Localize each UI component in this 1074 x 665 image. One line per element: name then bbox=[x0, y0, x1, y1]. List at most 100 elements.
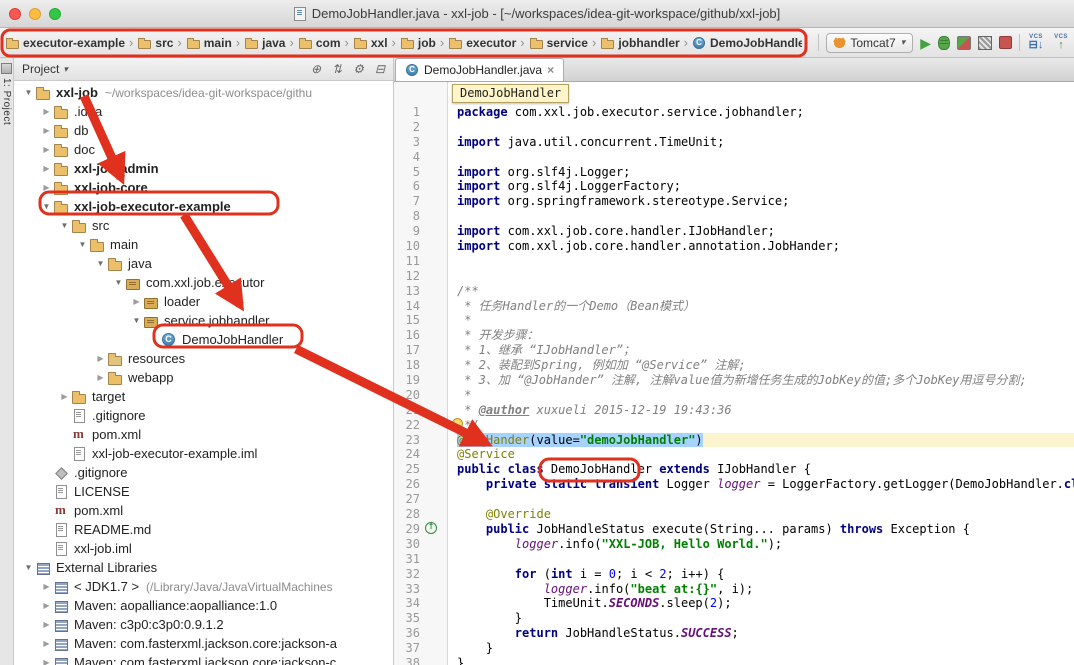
code-line-32[interactable]: for (int i = 0; i < 2; i++) { bbox=[457, 567, 1074, 582]
collapse-all-icon[interactable] bbox=[332, 62, 342, 76]
gutter-line-23[interactable]: 23 bbox=[394, 433, 447, 448]
collapsed-toggle-icon[interactable]: ▶ bbox=[40, 658, 53, 665]
tree-item-xxl-job-admin[interactable]: ▶xxl-job-admin bbox=[14, 159, 393, 178]
gutter-line-8[interactable]: 8 bbox=[394, 209, 447, 224]
gutter-line-28[interactable]: 28 bbox=[394, 507, 447, 522]
gutter-line-38[interactable]: 38 bbox=[394, 656, 447, 665]
lightbulb-icon[interactable] bbox=[452, 418, 463, 429]
tree-item-src[interactable]: ▼src bbox=[14, 216, 393, 235]
breadcrumb-com[interactable]: com bbox=[295, 34, 344, 52]
run-button[interactable] bbox=[920, 36, 931, 50]
tree-item-maven-com.fasterxml.jackson.core-jackson-c[interactable]: ▶Maven: com.fasterxml.jackson.core:jacks… bbox=[14, 653, 393, 665]
tree-item-maven-aopalliance-aopalliance-1.0[interactable]: ▶Maven: aopalliance:aopalliance:1.0 bbox=[14, 596, 393, 615]
code-line-2[interactable] bbox=[457, 120, 1074, 135]
collapsed-toggle-icon[interactable]: ▶ bbox=[94, 354, 107, 363]
code-editor[interactable]: DemoJobHandler 1234567891011121314151617… bbox=[394, 82, 1074, 665]
override-marker-icon[interactable] bbox=[425, 522, 437, 534]
close-tab-icon[interactable] bbox=[547, 63, 554, 77]
tree-item-xxl-job[interactable]: ▼xxl-job~/workspaces/idea-git-workspace/… bbox=[14, 83, 393, 102]
gutter-line-16[interactable]: 16 bbox=[394, 328, 447, 343]
tree-item-external-libraries[interactable]: ▼External Libraries bbox=[14, 558, 393, 577]
gutter-line-12[interactable]: 12 bbox=[394, 269, 447, 284]
tree-item-java[interactable]: ▼java bbox=[14, 254, 393, 273]
project-toolwindow-button[interactable]: 1: Project bbox=[1, 78, 12, 125]
code-line-20[interactable]: * bbox=[457, 388, 1074, 403]
gutter-line-5[interactable]: 5 bbox=[394, 165, 447, 180]
collapsed-toggle-icon[interactable]: ▶ bbox=[130, 297, 143, 306]
tree-item-maven-com.fasterxml.jackson.core-jackson-a[interactable]: ▶Maven: com.fasterxml.jackson.core:jacks… bbox=[14, 634, 393, 653]
tree-item-target[interactable]: ▶target bbox=[14, 387, 393, 406]
collapsed-toggle-icon[interactable]: ▶ bbox=[40, 639, 53, 648]
gutter-line-19[interactable]: 19 bbox=[394, 373, 447, 388]
editor-tab-demojobhandler[interactable]: DemoJobHandler.java bbox=[395, 58, 564, 81]
tree-item-webapp[interactable]: ▶webapp bbox=[14, 368, 393, 387]
gutter-line-6[interactable]: 6 bbox=[394, 179, 447, 194]
code-line-19[interactable]: * 3、加 “@JobHander” 注解, 注解value值为新增任务生成的J… bbox=[457, 373, 1074, 388]
coverage-button[interactable] bbox=[957, 36, 971, 50]
collapsed-toggle-icon[interactable]: ▶ bbox=[40, 164, 53, 173]
breadcrumb-executor-example[interactable]: executor-example bbox=[2, 34, 128, 52]
tree-item-readme.md[interactable]: README.md bbox=[14, 520, 393, 539]
tree-item-license[interactable]: LICENSE bbox=[14, 482, 393, 501]
tree-item-.gitignore[interactable]: .gitignore bbox=[14, 463, 393, 482]
tree-item-pom.xml[interactable]: pom.xml bbox=[14, 425, 393, 444]
code-line-16[interactable]: * 开发步骤： bbox=[457, 328, 1074, 343]
expanded-toggle-icon[interactable]: ▼ bbox=[40, 202, 53, 211]
vcs-commit-button[interactable]: VCS ↑ bbox=[1052, 34, 1070, 51]
vcs-update-button[interactable]: VCS ↓ bbox=[1027, 34, 1045, 51]
code-line-24[interactable]: @Service bbox=[457, 447, 1074, 462]
tree-item-db[interactable]: ▶db bbox=[14, 121, 393, 140]
gutter-line-17[interactable]: 17 bbox=[394, 343, 447, 358]
breadcrumb-main[interactable]: main bbox=[183, 34, 235, 52]
code-line-14[interactable]: * 任务Handler的一个Demo（Bean模式） bbox=[457, 299, 1074, 314]
gutter-line-3[interactable]: 3 bbox=[394, 135, 447, 150]
tree-item-maven-c3p0-c3p0-0.9.1.2[interactable]: ▶Maven: c3p0:c3p0:0.9.1.2 bbox=[14, 615, 393, 634]
collapsed-toggle-icon[interactable]: ▶ bbox=[40, 601, 53, 610]
collapsed-toggle-icon[interactable]: ▶ bbox=[94, 373, 107, 382]
code-line-17[interactable]: * 1、继承 “IJobHandler”； bbox=[457, 343, 1074, 358]
code-line-30[interactable]: logger.info("XXL-JOB, Hello World."); bbox=[457, 537, 1074, 552]
tree-item-.gitignore[interactable]: .gitignore bbox=[14, 406, 393, 425]
tree-item-.idea[interactable]: ▶.idea bbox=[14, 102, 393, 121]
gutter-line-20[interactable]: 20 bbox=[394, 388, 447, 403]
expanded-toggle-icon[interactable]: ▼ bbox=[58, 221, 71, 230]
collapsed-toggle-icon[interactable]: ▶ bbox=[40, 107, 53, 116]
gutter-line-1[interactable]: 1 bbox=[394, 105, 447, 120]
expanded-toggle-icon[interactable]: ▼ bbox=[130, 316, 143, 325]
project-panel-title[interactable]: Project bbox=[22, 62, 68, 76]
gutter-line-25[interactable]: 25 bbox=[394, 462, 447, 477]
gutter-line-15[interactable]: 15 bbox=[394, 313, 447, 328]
expanded-toggle-icon[interactable]: ▼ bbox=[22, 563, 35, 572]
hide-panel-icon[interactable] bbox=[375, 62, 385, 76]
code-line-38[interactable]: } bbox=[457, 656, 1074, 665]
code-line-21[interactable]: * @author xuxueli 2015-12-19 19:43:36 bbox=[457, 403, 1074, 418]
code-line-26[interactable]: private static transient Logger logger =… bbox=[457, 477, 1074, 492]
code-line-12[interactable] bbox=[457, 269, 1074, 284]
gutter-line-35[interactable]: 35 bbox=[394, 611, 447, 626]
gutter-line-21[interactable]: 21 bbox=[394, 403, 447, 418]
breadcrumb-jobhandler[interactable]: jobhandler bbox=[597, 34, 682, 52]
tree-item-pom.xml[interactable]: pom.xml bbox=[14, 501, 393, 520]
code-line-18[interactable]: * 2、装配到Spring, 例如加 “@Service” 注解; bbox=[457, 358, 1074, 373]
breadcrumb-src[interactable]: src bbox=[134, 34, 176, 52]
breadcrumb-xxl[interactable]: xxl bbox=[350, 34, 391, 52]
tree-item-xxl-job-core[interactable]: ▶xxl-job-core bbox=[14, 178, 393, 197]
code-line-35[interactable]: } bbox=[457, 611, 1074, 626]
gutter-line-37[interactable]: 37 bbox=[394, 641, 447, 656]
gutter-line-30[interactable]: 30 bbox=[394, 537, 447, 552]
code-line-7[interactable]: import org.springframework.stereotype.Se… bbox=[457, 194, 1074, 209]
code-line-3[interactable]: import java.util.concurrent.TimeUnit; bbox=[457, 135, 1074, 150]
tree-item-xxl-job-executor-example.iml[interactable]: xxl-job-executor-example.iml bbox=[14, 444, 393, 463]
run-configuration-selector[interactable]: Tomcat7 bbox=[826, 33, 913, 53]
gutter-line-31[interactable]: 31 bbox=[394, 552, 447, 567]
stop-button[interactable] bbox=[999, 36, 1012, 49]
code-line-15[interactable]: * bbox=[457, 313, 1074, 328]
tree-item-doc[interactable]: ▶doc bbox=[14, 140, 393, 159]
collapsed-toggle-icon[interactable]: ▶ bbox=[40, 145, 53, 154]
gutter-line-26[interactable]: 26 bbox=[394, 477, 447, 492]
gutter-line-29[interactable]: 29 bbox=[394, 522, 447, 537]
gutter-line-9[interactable]: 9 bbox=[394, 224, 447, 239]
close-button[interactable] bbox=[9, 8, 21, 20]
gutter-line-10[interactable]: 10 bbox=[394, 239, 447, 254]
tree-item-demojobhandler[interactable]: DemoJobHandler bbox=[14, 330, 393, 349]
